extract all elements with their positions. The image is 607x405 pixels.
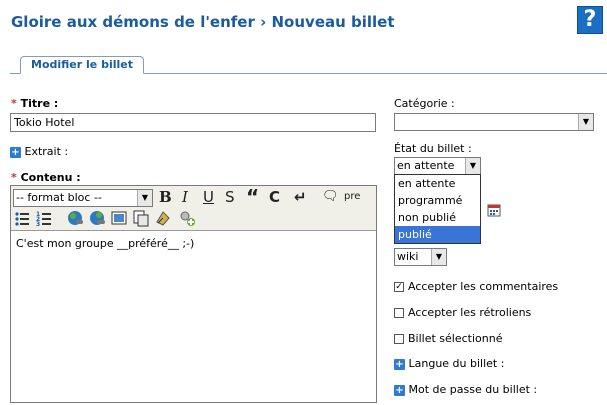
chevron-down-icon: ▼: [465, 158, 480, 174]
plus-icon: +: [394, 358, 405, 370]
status-label: État du billet :: [394, 142, 472, 155]
category-label: Catégorie :: [394, 97, 455, 110]
status-value: en attente: [397, 159, 455, 172]
excerpt-toggle[interactable]: + Extrait :: [10, 145, 68, 158]
password-label: Mot de passe du billet :: [408, 383, 538, 396]
block-format-select[interactable]: -- format bloc -- ▼: [13, 189, 153, 207]
speech-bubble-icon[interactable]: 🗨: [322, 189, 339, 204]
status-option[interactable]: non publié: [395, 209, 480, 226]
media-icon[interactable]: [133, 210, 150, 227]
checkbox-label: Accepter les rétroliens: [408, 306, 532, 319]
content-label-text: Contenu :: [20, 171, 81, 184]
checkbox[interactable]: [394, 308, 404, 318]
password-toggle[interactable]: + Mot de passe du billet :: [394, 383, 537, 396]
trackbacks-checkbox-row[interactable]: Accepter les rétroliens: [394, 306, 531, 319]
clean-markup-icon[interactable]: [155, 210, 172, 227]
link-icon[interactable]: [67, 210, 84, 227]
language-toggle[interactable]: + Langue du billet :: [394, 357, 504, 370]
status-option[interactable]: programmé: [395, 192, 480, 209]
title-label: * Titre :: [11, 97, 58, 110]
checkbox-label: Accepter les commentaires: [408, 280, 559, 293]
block-format-value: -- format bloc --: [16, 191, 102, 204]
content-editor[interactable]: -- format bloc -- ▼ B I U S “ C ↵ 🗨 pre …: [10, 185, 377, 403]
language-label: Langue du billet :: [408, 357, 505, 370]
editor-toolbar: -- format bloc -- ▼ B I U S “ C ↵ 🗨 pre …: [11, 185, 376, 231]
title-label-text: Titre :: [20, 97, 59, 110]
italic-button[interactable]: I: [182, 188, 188, 206]
checkbox-label: Billet sélectionné: [408, 332, 503, 345]
external-link-icon[interactable]: [89, 210, 106, 227]
svg-text:3: 3: [36, 221, 40, 226]
image-icon[interactable]: [111, 210, 128, 227]
page-title: Gloire aux démons de l'enfer › Nouveau b…: [11, 13, 395, 31]
numbered-list-icon[interactable]: 1 2 3: [36, 210, 52, 226]
pre-button[interactable]: pre: [344, 191, 360, 202]
format-select[interactable]: wiki ▼: [394, 248, 447, 266]
title-input[interactable]: Tokio Hotel: [10, 113, 376, 132]
linebreak-button[interactable]: ↵: [294, 188, 307, 206]
calendar-icon[interactable]: [487, 203, 501, 217]
status-option[interactable]: en attente: [395, 175, 480, 192]
chevron-down-icon: ▼: [578, 114, 593, 130]
required-mark: *: [11, 97, 17, 110]
format-value: wiki: [397, 250, 419, 263]
quote-button[interactable]: “: [246, 185, 259, 209]
selected-checkbox-row[interactable]: Billet sélectionné: [394, 332, 502, 345]
status-option-selected[interactable]: publié: [395, 226, 480, 243]
content-label: * Contenu :: [11, 171, 81, 184]
status-select[interactable]: en attente ▼: [394, 157, 481, 175]
status-dropdown-list: en attente programmé non publié publié: [394, 174, 481, 244]
help-button[interactable]: ?: [577, 6, 603, 34]
tab-edit-post[interactable]: Modifier le billet: [20, 56, 144, 74]
plus-icon: +: [10, 146, 21, 158]
strike-button[interactable]: S: [225, 188, 235, 206]
plus-icon: +: [394, 384, 405, 396]
bold-button[interactable]: B: [159, 188, 172, 206]
checkbox[interactable]: [394, 334, 404, 344]
add-link-icon[interactable]: [179, 210, 196, 227]
required-mark: *: [11, 171, 17, 184]
excerpt-label: Extrait :: [24, 145, 69, 158]
chevron-down-icon: ▼: [431, 249, 446, 265]
chevron-down-icon: ▼: [137, 190, 152, 206]
bullet-list-icon[interactable]: [14, 210, 30, 226]
category-select[interactable]: ▼: [394, 113, 594, 131]
underline-button[interactable]: U: [203, 188, 214, 206]
content-text: C'est mon groupe __préféré__ ;-): [16, 237, 195, 250]
code-button[interactable]: C: [269, 188, 280, 206]
comments-checkbox-row[interactable]: ✓ Accepter les commentaires: [394, 280, 558, 293]
checkbox-checked[interactable]: ✓: [394, 282, 404, 292]
